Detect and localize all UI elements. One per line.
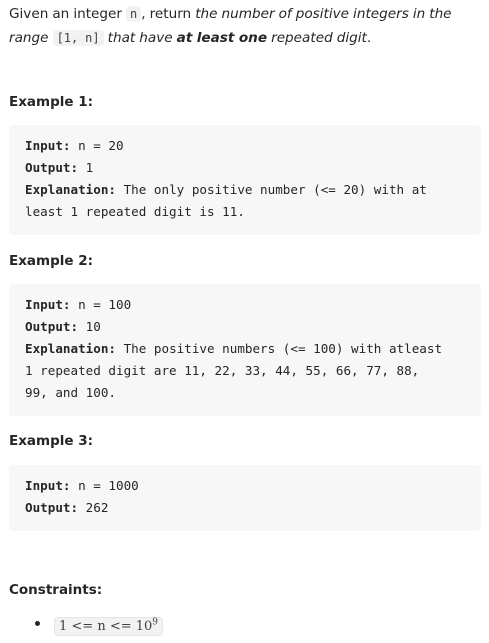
example-1-title: Example 1: — [9, 94, 94, 110]
example-3-title: Example 3: — [9, 433, 94, 449]
example-2-explanation-cont: 1 repeated digit are 11, 22, 33, 44, 55,… — [25, 363, 420, 378]
constraints-list: 1 <= n <= 109 — [9, 612, 164, 638]
intro-strong: at least one — [176, 30, 268, 46]
example-1-input: Input: n = 20 — [25, 138, 124, 153]
example-2-input: Input: n = 100 — [25, 297, 132, 312]
problem-description: Given an integer n, return the number of… — [9, 2, 481, 637]
example-2-box: Input: n = 100 Output: 10 Explanation: T… — [9, 284, 481, 416]
example-2-title: Example 2: — [9, 253, 94, 269]
example-3-box: Input: n = 1000 Output: 262 — [9, 465, 481, 531]
example-3-output: Output: 262 — [25, 500, 109, 515]
example-3-input: Input: n = 1000 — [25, 478, 139, 493]
intro-emphasis: that have — [103, 30, 177, 46]
intro-text: Given an integer — [9, 6, 127, 22]
constraint-item: 1 <= n <= 109 — [9, 612, 164, 638]
constraint-code: 1 <= n <= 109 — [54, 617, 164, 637]
example-2-explanation-cont: 99, and 100. — [25, 385, 116, 400]
example-1-box: Input: n = 20 Output: 1 Explanation: The… — [9, 125, 481, 235]
intro-text: , return — [141, 6, 196, 22]
intro-emphasis: repeated digit — [267, 30, 367, 46]
intro-text: . — [366, 30, 372, 46]
example-1-explanation-cont: least 1 repeated digit is 11. — [25, 204, 245, 219]
example-1-explanation: Explanation: The only positive number (<… — [25, 182, 427, 197]
constraints-title: Constraints: — [9, 582, 103, 598]
inline-code-range: [1, n] — [52, 30, 104, 46]
example-2-explanation: Explanation: The positive numbers (<= 10… — [25, 341, 443, 356]
example-2-output: Output: 10 — [25, 319, 101, 334]
example-1-output: Output: 1 — [25, 160, 94, 175]
problem-statement: Given an integer n, return the number of… — [9, 2, 481, 50]
inline-code-n: n — [126, 6, 142, 22]
bullet-icon — [35, 621, 40, 626]
